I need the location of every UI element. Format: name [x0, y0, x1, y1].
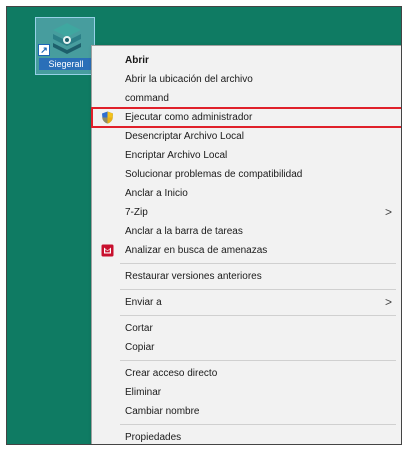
menu-item-label: Solucionar problemas de compatibilidad	[125, 169, 303, 180]
menu-item-command[interactable]: command	[92, 89, 401, 108]
menu-item-crear-acceso[interactable]: Crear acceso directo	[92, 364, 401, 383]
menu-separator	[120, 315, 396, 316]
menu-item-encriptar[interactable]: Encriptar Archivo Local	[92, 146, 401, 165]
desktop-frame: ↗ Siegerall Abrir Abrir la ubicación del …	[6, 6, 402, 445]
menu-item-anclar-barra[interactable]: Anclar a la barra de tareas	[92, 222, 401, 241]
menu-item-label: Abrir	[125, 55, 149, 66]
menu-item-label: Crear acceso directo	[125, 368, 218, 379]
menu-item-label: Ejecutar como administrador	[125, 112, 253, 123]
menu-item-solucionar[interactable]: Solucionar problemas de compatibilidad	[92, 165, 401, 184]
menu-item-label: Encriptar Archivo Local	[125, 150, 228, 161]
menu-item-abrir[interactable]: Abrir	[92, 51, 401, 70]
mcafee-icon	[101, 244, 114, 257]
menu-item-label: Analizar en busca de amenazas	[125, 245, 268, 256]
menu-separator	[120, 424, 396, 425]
menu-item-label: Cortar	[125, 323, 153, 334]
menu-item-label: Restaurar versiones anteriores	[125, 271, 262, 282]
desktop-icon-label: Siegerall	[39, 58, 93, 70]
menu-item-label: Propiedades	[125, 432, 182, 443]
menu-item-label: Abrir la ubicación del archivo	[125, 74, 253, 85]
desktop-file-icon[interactable]: ↗ Siegerall	[35, 17, 95, 75]
app-logo-icon	[53, 23, 81, 54]
menu-separator	[120, 289, 396, 290]
menu-item-label: 7-Zip	[125, 207, 148, 218]
menu-item-copiar[interactable]: Copiar	[92, 338, 401, 357]
menu-item-abrir-ubicacion[interactable]: Abrir la ubicación del archivo	[92, 70, 401, 89]
menu-item-cortar[interactable]: Cortar	[92, 319, 401, 338]
menu-separator	[120, 263, 396, 264]
menu-item-label: Anclar a Inicio	[125, 188, 188, 199]
menu-item-propiedades[interactable]: Propiedades	[92, 428, 401, 444]
chevron-right-icon: >	[384, 205, 392, 219]
menu-item-restaurar[interactable]: Restaurar versiones anteriores	[92, 267, 401, 286]
menu-item-label: Desencriptar Archivo Local	[125, 131, 244, 142]
menu-item-anclar-inicio[interactable]: Anclar a Inicio	[92, 184, 401, 203]
menu-item-label: Copiar	[125, 342, 155, 353]
menu-item-enviar[interactable]: Enviar a >	[92, 293, 401, 312]
menu-item-analizar[interactable]: Analizar en busca de amenazas	[92, 241, 401, 260]
menu-item-label: command	[125, 93, 169, 104]
chevron-right-icon: >	[384, 295, 392, 309]
menu-separator	[120, 360, 396, 361]
menu-item-label: Cambiar nombre	[125, 406, 200, 417]
menu-item-label: Enviar a	[125, 297, 162, 308]
context-menu: Abrir Abrir la ubicación del archivo comma…	[91, 45, 401, 444]
shortcut-arrow-icon: ↗	[38, 44, 50, 56]
menu-item-desencriptar[interactable]: Desencriptar Archivo Local	[92, 127, 401, 146]
menu-item-cambiar-nombre[interactable]: Cambiar nombre	[92, 402, 401, 421]
menu-item-label: Eliminar	[125, 387, 162, 398]
uac-shield-icon	[101, 111, 114, 124]
menu-item-label: Anclar a la barra de tareas	[125, 226, 243, 237]
menu-item-eliminar[interactable]: Eliminar	[92, 383, 401, 402]
menu-item-ejecutar-admin[interactable]: Ejecutar como administrador	[91, 107, 401, 128]
menu-item-7zip[interactable]: 7-Zip >	[92, 203, 401, 222]
